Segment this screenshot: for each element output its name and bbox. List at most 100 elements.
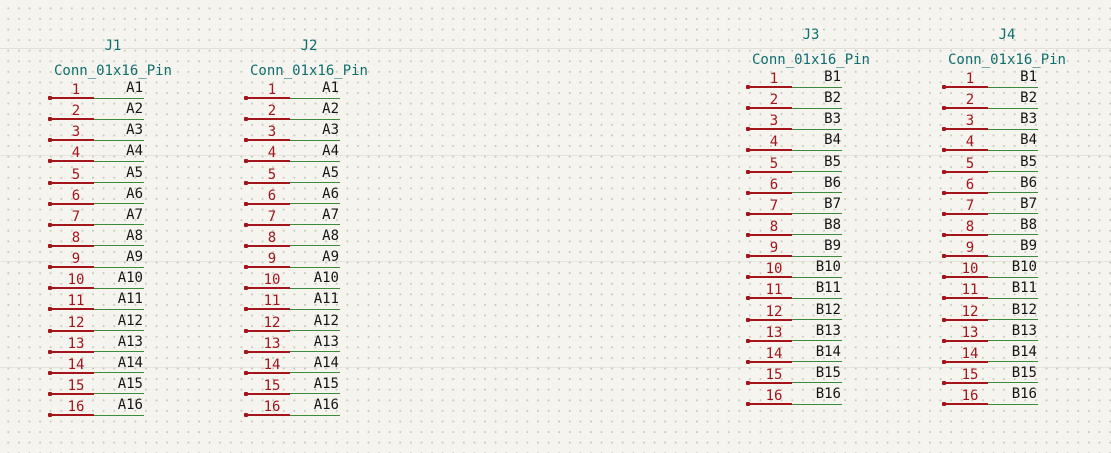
pin-number: 1 xyxy=(267,82,277,98)
pin-row[interactable]: 8 A8 xyxy=(48,228,198,251)
pin-row[interactable]: 2 A2 xyxy=(244,102,394,124)
pin-row[interactable]: 12 B12 xyxy=(746,302,896,325)
pin-row[interactable]: 2 B2 xyxy=(746,91,896,113)
pin-number: 1 xyxy=(769,71,779,87)
pin-name: B3 xyxy=(824,111,841,128)
pin-row[interactable]: 16 B16 xyxy=(942,387,1092,409)
pin-row[interactable]: 14 B14 xyxy=(942,344,1092,367)
pin-row[interactable]: 6 A6 xyxy=(48,186,198,209)
pin-row[interactable]: 11 A11 xyxy=(244,292,394,314)
pin-wire xyxy=(290,97,340,99)
pin-row[interactable]: 4 B4 xyxy=(942,133,1092,155)
pin-row[interactable]: 6 B6 xyxy=(942,175,1092,198)
pin-row[interactable]: 3 B3 xyxy=(942,112,1092,134)
pin-row[interactable]: 3 A3 xyxy=(244,123,394,145)
pin-wire xyxy=(792,171,842,173)
pin-row[interactable]: 7 B7 xyxy=(942,196,1092,219)
pin-row[interactable]: 9 B9 xyxy=(746,239,896,261)
pin-number: 2 xyxy=(267,103,277,120)
pin-name: A1 xyxy=(322,80,339,96)
pin-wire xyxy=(290,139,340,141)
reference-designator: J1 xyxy=(104,38,122,54)
pin-row[interactable]: 8 B8 xyxy=(942,217,1092,240)
pin-row[interactable]: 7 A7 xyxy=(244,207,394,230)
pin-row[interactable]: 14 A14 xyxy=(244,355,394,378)
pin-row[interactable]: 5 A5 xyxy=(244,165,394,188)
pin-wire xyxy=(792,319,842,321)
pin-name: B7 xyxy=(824,195,841,212)
pin-row[interactable]: 10 B10 xyxy=(942,259,1092,282)
pin-row[interactable]: 10 A10 xyxy=(244,271,394,293)
pin-row[interactable]: 8 B8 xyxy=(746,217,896,240)
pin-row[interactable]: 7 B7 xyxy=(746,195,896,219)
pin-number: 14 xyxy=(67,356,85,373)
pin-row[interactable]: 1 A1 xyxy=(48,81,198,103)
pin-row[interactable]: 11 B11 xyxy=(942,281,1092,303)
pin-row[interactable]: 7 A7 xyxy=(48,207,198,230)
pin-wire xyxy=(94,330,144,332)
pin-row[interactable]: 2 B2 xyxy=(942,90,1092,113)
pin-row[interactable]: 1 B1 xyxy=(942,70,1092,92)
pin-row[interactable]: 16 B16 xyxy=(746,387,896,409)
pin-row[interactable]: 11 A11 xyxy=(48,292,198,314)
pin-number: 11 xyxy=(961,282,979,299)
pin-number: 14 xyxy=(263,356,281,373)
pin-row[interactable]: 3 B3 xyxy=(746,111,896,134)
pin-row[interactable]: 12 A12 xyxy=(48,313,198,336)
pin-name: B15 xyxy=(1011,364,1037,381)
pin-row[interactable]: 1 B1 xyxy=(746,70,896,92)
pin-row[interactable]: 10 A10 xyxy=(48,270,198,293)
pin-row[interactable]: 12 B12 xyxy=(942,302,1092,325)
pin-row[interactable]: 4 A4 xyxy=(48,144,198,166)
pin-row[interactable]: 3 A3 xyxy=(48,123,198,145)
pin-name: A16 xyxy=(117,397,143,414)
pin-row[interactable]: 8 A8 xyxy=(244,228,394,251)
pin-list: 1 A1 2 A2 3 A3 4 A4 5 A5 6 A6 7 A7 8 A8 9 A9 10 A10 11 A11 12 A… xyxy=(244,80,394,420)
pin-row[interactable]: 15 B15 xyxy=(942,364,1092,388)
pin-list: 1 B1 2 B2 3 B3 4 B4 5 B5 6 B6 7 B7 8 B8 9 B9 10 B10 11 B11 12 B… xyxy=(746,70,896,409)
pin-row[interactable]: 13 A13 xyxy=(244,334,394,357)
pin-row[interactable]: 13 B13 xyxy=(746,322,896,346)
pin-number: 9 xyxy=(71,251,81,268)
pin-number: 8 xyxy=(965,218,975,235)
pin-row[interactable]: 15 B15 xyxy=(746,365,896,388)
pin-row[interactable]: 5 B5 xyxy=(746,154,896,177)
pin-number: 10 xyxy=(67,272,85,289)
pin-name: B10 xyxy=(1011,259,1037,276)
pin-row[interactable]: 6 B6 xyxy=(746,175,896,198)
pin-number: 14 xyxy=(765,345,783,362)
pin-row[interactable]: 4 B4 xyxy=(746,133,896,155)
pin-number: 7 xyxy=(965,197,975,214)
pin-row[interactable]: 16 A16 xyxy=(244,398,394,420)
pin-row[interactable]: 10 B10 xyxy=(746,260,896,282)
pin-row[interactable]: 14 B14 xyxy=(746,344,896,367)
pin-row[interactable]: 13 A13 xyxy=(48,334,198,357)
pin-row[interactable]: 4 A4 xyxy=(244,144,394,166)
pin-name: B2 xyxy=(1020,90,1037,107)
pin-row[interactable]: 13 B13 xyxy=(942,323,1092,346)
pin-number: 8 xyxy=(769,218,779,235)
pin-row[interactable]: 11 B11 xyxy=(746,281,896,303)
pin-row[interactable]: 15 A15 xyxy=(48,376,198,399)
pin-row[interactable]: 14 A14 xyxy=(48,355,198,378)
pin-wire xyxy=(792,382,842,384)
pin-name: B13 xyxy=(815,322,841,339)
pin-number: 12 xyxy=(765,303,783,320)
pin-row[interactable]: 15 A15 xyxy=(244,376,394,399)
pin-row[interactable]: 5 B5 xyxy=(942,154,1092,177)
pin-name: A10 xyxy=(117,270,143,287)
pin-row[interactable]: 2 A2 xyxy=(48,102,198,124)
pin-row[interactable]: 16 A16 xyxy=(48,397,198,420)
pin-row[interactable]: 5 A5 xyxy=(48,165,198,188)
pin-row[interactable]: 9 A9 xyxy=(244,250,394,272)
pin-number: 12 xyxy=(263,314,281,331)
pin-row[interactable]: 12 A12 xyxy=(244,313,394,336)
symbol-value: Conn_01x16_Pin xyxy=(53,63,172,79)
pin-row[interactable]: 6 A6 xyxy=(244,186,394,209)
pin-row[interactable]: 1 A1 xyxy=(244,80,394,103)
pin-number: 13 xyxy=(67,335,85,352)
pin-number: 3 xyxy=(71,124,81,141)
pin-row[interactable]: 9 A9 xyxy=(48,250,198,272)
pin-number: 3 xyxy=(965,113,975,130)
pin-row[interactable]: 9 B9 xyxy=(942,239,1092,261)
